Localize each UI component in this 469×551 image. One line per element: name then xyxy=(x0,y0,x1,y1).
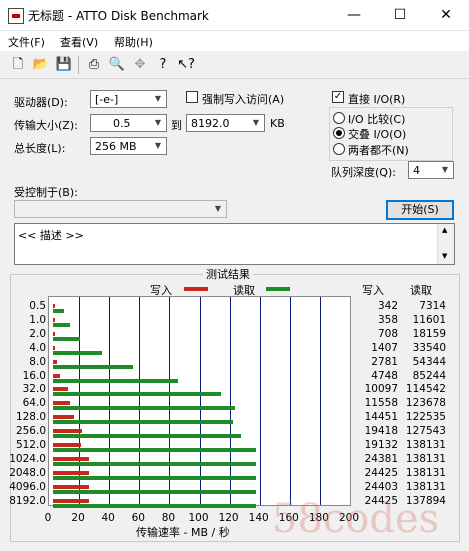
x-axis-label: 传输速率 - MB / 秒 xyxy=(136,526,230,539)
x-tick-label: 20 xyxy=(71,512,85,524)
x-tick-label: 100 xyxy=(188,512,209,524)
x-tick-label: 120 xyxy=(218,512,239,524)
x-tick-label: 0 xyxy=(44,512,52,524)
x-tick-label: 140 xyxy=(248,512,269,524)
x-tick-layer: 0 20 40 60 80 100 120 140 160 180 200 xyxy=(0,0,469,551)
x-tick-label: 80 xyxy=(161,512,176,524)
x-tick-label: 40 xyxy=(101,512,115,524)
x-tick-label: 60 xyxy=(131,512,145,524)
watermark: 58codes xyxy=(272,496,440,542)
